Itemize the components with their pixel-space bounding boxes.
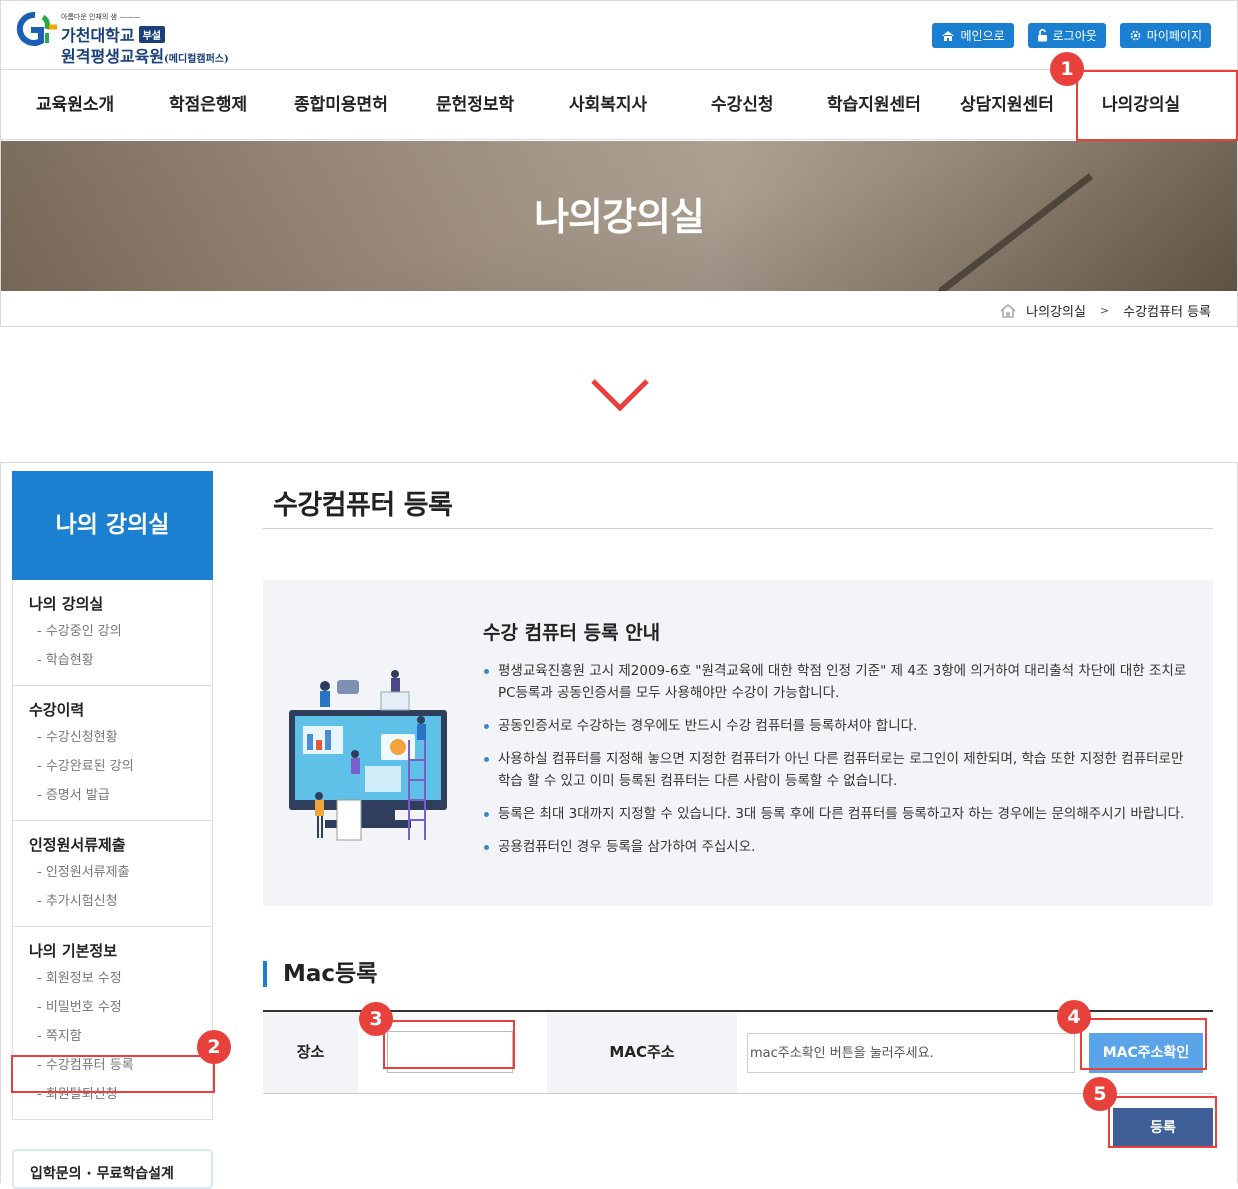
side-nav-item-certificate[interactable]: - 증명서 발급 — [29, 781, 212, 810]
nav-item-counseling[interactable]: 상담지원센터 — [960, 70, 1054, 141]
logout-button[interactable]: 로그아웃 — [1027, 23, 1106, 48]
guide-item: 공동인증서로 수강하는 경우에도 반드시 수강 컴퓨터를 등록하셔야 합니다. — [483, 715, 1193, 737]
site-header-screenshot: 아름다운 인재의 샘 ——— 가천대학교 부설 원격평생교육원(메디컬캠퍼스) 메… — [0, 0, 1238, 327]
breadcrumb-level1[interactable]: 나의강의실 — [1026, 301, 1086, 320]
page-title: 수강컴퓨터 등록 — [263, 471, 1213, 529]
classroom-screenshot: 나의 강의실 나의 강의실 - 수강중인 강의 - 학습현황 수강이력 - 수강… — [0, 462, 1238, 1189]
gear-icon — [1130, 30, 1141, 41]
side-nav-group-documents: 인정원서류제출 - 인정원서류제출 - 추가시험신청 — [13, 821, 212, 927]
guide-item: 등록은 최대 3대까지 지정할 수 있습니다. 3대 등록 후에 다른 컴퓨터를… — [483, 803, 1193, 825]
side-nav-item-current-courses[interactable]: - 수강중인 강의 — [29, 617, 212, 646]
side-nav-item-enrollment-status[interactable]: - 수강신청현황 — [29, 723, 212, 752]
logo-tagline: 아름다운 인재의 샘 ——— — [61, 13, 141, 21]
unlock-icon — [1037, 29, 1047, 42]
highlight-box-4 — [1080, 1018, 1207, 1070]
side-nav-item-extra-exam[interactable]: - 추가시험신청 — [29, 887, 212, 916]
side-nav-group-classroom: 나의 강의실 - 수강중인 강의 - 학습현황 — [13, 580, 212, 686]
side-nav-item-change-password[interactable]: - 비밀번호 수정 — [29, 993, 212, 1022]
hero-title: 나의강의실 — [534, 195, 705, 239]
guide-list: 평생교육진흥원 고시 제2009-6호 "원격교육에 대한 학점 인정 기준" … — [483, 660, 1193, 869]
home-icon — [942, 30, 955, 41]
side-nav-title: 나의 강의실 — [12, 471, 213, 580]
nav-item-learning-support[interactable]: 학습지원센터 — [827, 70, 921, 141]
mac-section-title: Mac등록 — [263, 961, 377, 987]
guide-box: 수강 컴퓨터 등록 안내 평생교육진흥원 고시 제2009-6호 "원격교육에 … — [263, 580, 1213, 906]
nav-item-credit-bank[interactable]: 학점은행제 — [169, 70, 247, 141]
side-nav-item-document-submit[interactable]: - 인정원서류제출 — [29, 858, 212, 887]
quick-consult-link[interactable]: 입학문의 · 무료학습설계 — [12, 1149, 213, 1189]
main-navigation: 교육원소개 학점은행제 종합미용면허 문헌정보학 사회복지사 수강신청 학습지원… — [1, 69, 1237, 140]
side-nav-group-title[interactable]: 인정원서류제출 — [29, 834, 212, 858]
hero-banner: 나의강의실 — [1, 141, 1237, 291]
nav-item-beauty-license[interactable]: 종합미용면허 — [294, 70, 388, 141]
logo-mark-icon — [16, 11, 57, 46]
highlight-box-2 — [11, 1055, 215, 1093]
place-label: 장소 — [263, 1012, 358, 1093]
side-nav-group-title[interactable]: 수강이력 — [29, 699, 212, 723]
step-badge-3: 3 — [359, 1002, 393, 1036]
highlight-box-3 — [383, 1020, 515, 1069]
computer-illustration — [289, 670, 447, 841]
nav-item-enrollment[interactable]: 수강신청 — [711, 70, 774, 141]
mac-address-label: MAC주소 — [547, 1012, 737, 1093]
nav-item-social-worker[interactable]: 사회복지사 — [569, 70, 647, 141]
breadcrumb-separator: > — [1099, 304, 1110, 317]
mypage-button[interactable]: 마이페이지 — [1119, 23, 1211, 48]
side-nav-item-learning-status[interactable]: - 학습현황 — [29, 646, 212, 675]
guide-title: 수강 컴퓨터 등록 안내 — [483, 622, 661, 644]
side-nav-item-completed-courses[interactable]: - 수강완료된 강의 — [29, 752, 212, 781]
utility-nav: 메인으로 로그아웃 마이페이지 — [932, 23, 1211, 48]
chevron-down-icon — [591, 379, 649, 412]
site-logo[interactable]: 아름다운 인재의 샘 ——— 가천대학교 부설 원격평생교육원(메디컬캠퍼스) — [11, 9, 271, 67]
side-nav-item-edit-profile[interactable]: - 회원정보 수정 — [29, 964, 212, 993]
logout-label: 로그아웃 — [1052, 29, 1097, 43]
mac-address-field[interactable]: mac주소확인 버튼을 눌러주세요. — [747, 1033, 1075, 1073]
guide-item: 평생교육진흥원 고시 제2009-6호 "원격교육에 대한 학점 인정 기준" … — [483, 660, 1193, 704]
breadcrumb-level2[interactable]: 수강컴퓨터 등록 — [1123, 301, 1211, 320]
guide-item: 사용하실 컴퓨터를 지정해 놓으면 지정한 컴퓨터가 아닌 다른 컴퓨터로는 로… — [483, 748, 1193, 792]
breadcrumb: 나의강의실 > 수강컴퓨터 등록 — [1000, 301, 1211, 320]
step-badge-2: 2 — [197, 1030, 231, 1064]
side-nav-item-messages[interactable]: - 쪽지함 — [29, 1022, 212, 1051]
nav-item-intro[interactable]: 교육원소개 — [36, 70, 114, 141]
guide-item: 공용컴퓨터인 경우 등록을 삼가하여 주십시오. — [483, 836, 1193, 858]
step-badge-5: 5 — [1083, 1077, 1117, 1111]
logo-institute: 원격평생교육원(메디컬캠퍼스) — [61, 47, 229, 66]
nav-item-library-science[interactable]: 문헌정보학 — [436, 70, 514, 141]
logo-badge: 부설 — [138, 26, 166, 43]
mypage-label: 마이페이지 — [1146, 29, 1202, 43]
main-content: 수강컴퓨터 등록 수강 컴퓨터 등록 안내 평생교육진흥원 고시 제2009-6… — [263, 471, 1213, 1148]
side-nav-group-title[interactable]: 나의 기본정보 — [29, 940, 212, 964]
main-page-button[interactable]: 메인으로 — [932, 23, 1014, 48]
main-page-label: 메인으로 — [960, 29, 1005, 43]
step-badge-1: 1 — [1050, 52, 1084, 86]
highlight-box-5 — [1108, 1096, 1217, 1148]
step-badge-4: 4 — [1057, 1000, 1091, 1034]
side-nav-group-title[interactable]: 나의 강의실 — [29, 593, 212, 617]
side-nav-group-history: 수강이력 - 수강신청현황 - 수강완료된 강의 - 증명서 발급 — [13, 686, 212, 821]
side-navigation: 나의 강의실 나의 강의실 - 수강중인 강의 - 학습현황 수강이력 - 수강… — [12, 471, 213, 1120]
highlight-box-1 — [1076, 70, 1238, 141]
side-nav-body: 나의 강의실 - 수강중인 강의 - 학습현황 수강이력 - 수강신청현황 - … — [12, 580, 213, 1120]
home-icon[interactable] — [1000, 303, 1016, 318]
